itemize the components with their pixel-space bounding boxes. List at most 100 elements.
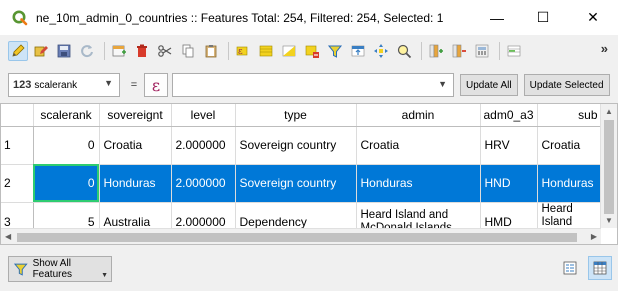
filter-selection-button[interactable] bbox=[325, 41, 345, 61]
reload-button[interactable] bbox=[77, 41, 97, 61]
table-view-icon bbox=[593, 261, 607, 275]
toolbar-separator bbox=[104, 42, 105, 60]
attribute-table-toolbar: ε » bbox=[0, 35, 618, 67]
paste-button[interactable] bbox=[201, 41, 221, 61]
table-cell[interactable]: HRV bbox=[480, 126, 538, 165]
delete-field-icon bbox=[452, 44, 466, 58]
expression-builder-button[interactable]: ε bbox=[144, 73, 168, 97]
add-feature-icon bbox=[112, 45, 126, 57]
scroll-up-icon[interactable]: ▲ bbox=[605, 107, 613, 116]
conditional-formatting-button[interactable] bbox=[504, 41, 524, 61]
row-number[interactable]: 1 bbox=[1, 126, 34, 165]
column-header[interactable]: level bbox=[171, 104, 236, 127]
cut-button[interactable] bbox=[155, 41, 175, 61]
multi-edit-button[interactable] bbox=[31, 41, 51, 61]
row-number[interactable]: 2 bbox=[1, 164, 34, 203]
pan-to-selection-button[interactable] bbox=[371, 41, 391, 61]
save-edits-button[interactable] bbox=[54, 41, 74, 61]
calculator-icon bbox=[475, 44, 489, 58]
move-selection-to-top-button[interactable] bbox=[348, 41, 368, 61]
maximize-button[interactable]: ☐ bbox=[520, 0, 566, 35]
vertical-scroll-thumb[interactable] bbox=[604, 120, 614, 214]
table-view-button[interactable] bbox=[588, 256, 612, 280]
column-header[interactable]: type bbox=[235, 104, 357, 127]
table-cell[interactable]: 2.000000 bbox=[171, 126, 236, 165]
expression-input[interactable]: ▼ bbox=[172, 73, 454, 97]
form-view-button[interactable] bbox=[558, 256, 582, 280]
horizontal-scroll-thumb[interactable] bbox=[17, 233, 577, 242]
minimize-button[interactable]: — bbox=[474, 0, 520, 35]
invert-selection-button[interactable] bbox=[279, 41, 299, 61]
column-header[interactable]: admin bbox=[356, 104, 481, 127]
toggle-editing-button[interactable] bbox=[8, 41, 28, 61]
qgis-logo-icon bbox=[12, 10, 28, 26]
table-cell[interactable]: Sovereign country bbox=[235, 126, 357, 165]
corner-header[interactable] bbox=[1, 104, 34, 127]
pencil-icon bbox=[12, 44, 25, 57]
filter-icon bbox=[13, 263, 28, 276]
new-field-button[interactable] bbox=[426, 41, 446, 61]
column-header[interactable]: sovereignt bbox=[99, 104, 172, 127]
table-cell[interactable]: Croatia bbox=[537, 126, 601, 165]
table-cell[interactable]: Croatia bbox=[99, 126, 172, 165]
trash-icon bbox=[137, 44, 147, 57]
field-calculator-button[interactable] bbox=[472, 41, 492, 61]
expression-select-icon: ε bbox=[236, 46, 248, 57]
field-type-badge: 123 bbox=[13, 79, 32, 91]
field-selector[interactable]: 123 scalerank ▼ bbox=[8, 73, 120, 97]
update-selected-button[interactable]: Update Selected bbox=[523, 74, 610, 96]
chevron-down-icon: ▼ bbox=[104, 78, 113, 88]
table-cell[interactable]: 2.000000 bbox=[171, 164, 236, 203]
scroll-right-icon[interactable]: ▶ bbox=[591, 232, 597, 241]
field-name: scalerank bbox=[34, 79, 78, 91]
add-feature-button[interactable] bbox=[109, 41, 129, 61]
toolbar-separator bbox=[228, 42, 229, 60]
select-all-button[interactable] bbox=[256, 41, 276, 61]
new-field-icon bbox=[429, 44, 443, 58]
table-cell[interactable]: Honduras bbox=[537, 164, 601, 203]
copy-icon bbox=[182, 44, 194, 58]
table-cell[interactable]: HND bbox=[480, 164, 538, 203]
save-icon bbox=[57, 44, 71, 58]
reload-icon bbox=[81, 45, 93, 58]
copy-button[interactable] bbox=[178, 41, 198, 61]
delete-feature-button[interactable] bbox=[132, 41, 152, 61]
select-by-expression-button[interactable]: ε bbox=[233, 41, 253, 61]
table-row-selected[interactable]: 2 0 Honduras 2.000000 Sovereign country … bbox=[1, 164, 601, 203]
zoom-icon bbox=[397, 44, 412, 59]
close-button[interactable]: ✕ bbox=[570, 0, 616, 35]
deselect-icon bbox=[305, 45, 319, 58]
column-header[interactable]: scalerank bbox=[33, 104, 100, 127]
scroll-down-icon[interactable]: ▼ bbox=[605, 216, 613, 225]
pan-icon bbox=[374, 44, 388, 58]
scissors-icon bbox=[158, 45, 172, 57]
table-cell[interactable]: Croatia bbox=[356, 126, 481, 165]
delete-field-button[interactable] bbox=[449, 41, 469, 61]
svg-text:ε: ε bbox=[238, 47, 243, 57]
horizontal-scrollbar[interactable]: ◀ ▶ bbox=[1, 228, 601, 244]
column-header[interactable]: sub bbox=[537, 104, 601, 127]
vertical-scrollbar[interactable]: ▲ ▼ bbox=[600, 104, 617, 228]
zoom-to-selection-button[interactable] bbox=[394, 41, 414, 61]
operator-label: = bbox=[130, 79, 138, 91]
toolbar-overflow-button[interactable]: » bbox=[601, 41, 608, 56]
table-row[interactable]: 1 0 Croatia 2.000000 Sovereign country C… bbox=[1, 126, 601, 165]
toolbar-separator bbox=[499, 42, 500, 60]
invert-selection-icon bbox=[282, 45, 296, 57]
conditional-formatting-icon bbox=[507, 45, 521, 57]
scroll-left-icon[interactable]: ◀ bbox=[5, 232, 11, 241]
column-header[interactable]: adm0_a3 bbox=[480, 104, 538, 127]
move-to-top-icon bbox=[351, 45, 365, 57]
epsilon-icon: ε bbox=[151, 75, 161, 95]
title-bar: ne_10m_admin_0_countries :: Features Tot… bbox=[0, 0, 618, 35]
select-all-icon bbox=[259, 45, 273, 57]
table-cell[interactable]: Sovereign country bbox=[235, 164, 357, 203]
bottom-bar: Show All Features ▼ bbox=[0, 245, 618, 291]
current-cell[interactable]: 0 bbox=[33, 164, 100, 203]
table-cell[interactable]: 0 bbox=[33, 126, 100, 165]
table-cell[interactable]: Honduras bbox=[99, 164, 172, 203]
deselect-all-button[interactable] bbox=[302, 41, 322, 61]
table-cell[interactable]: Honduras bbox=[356, 164, 481, 203]
update-all-button[interactable]: Update All bbox=[460, 74, 518, 96]
show-all-features-button[interactable]: Show All Features ▼ bbox=[8, 256, 112, 282]
